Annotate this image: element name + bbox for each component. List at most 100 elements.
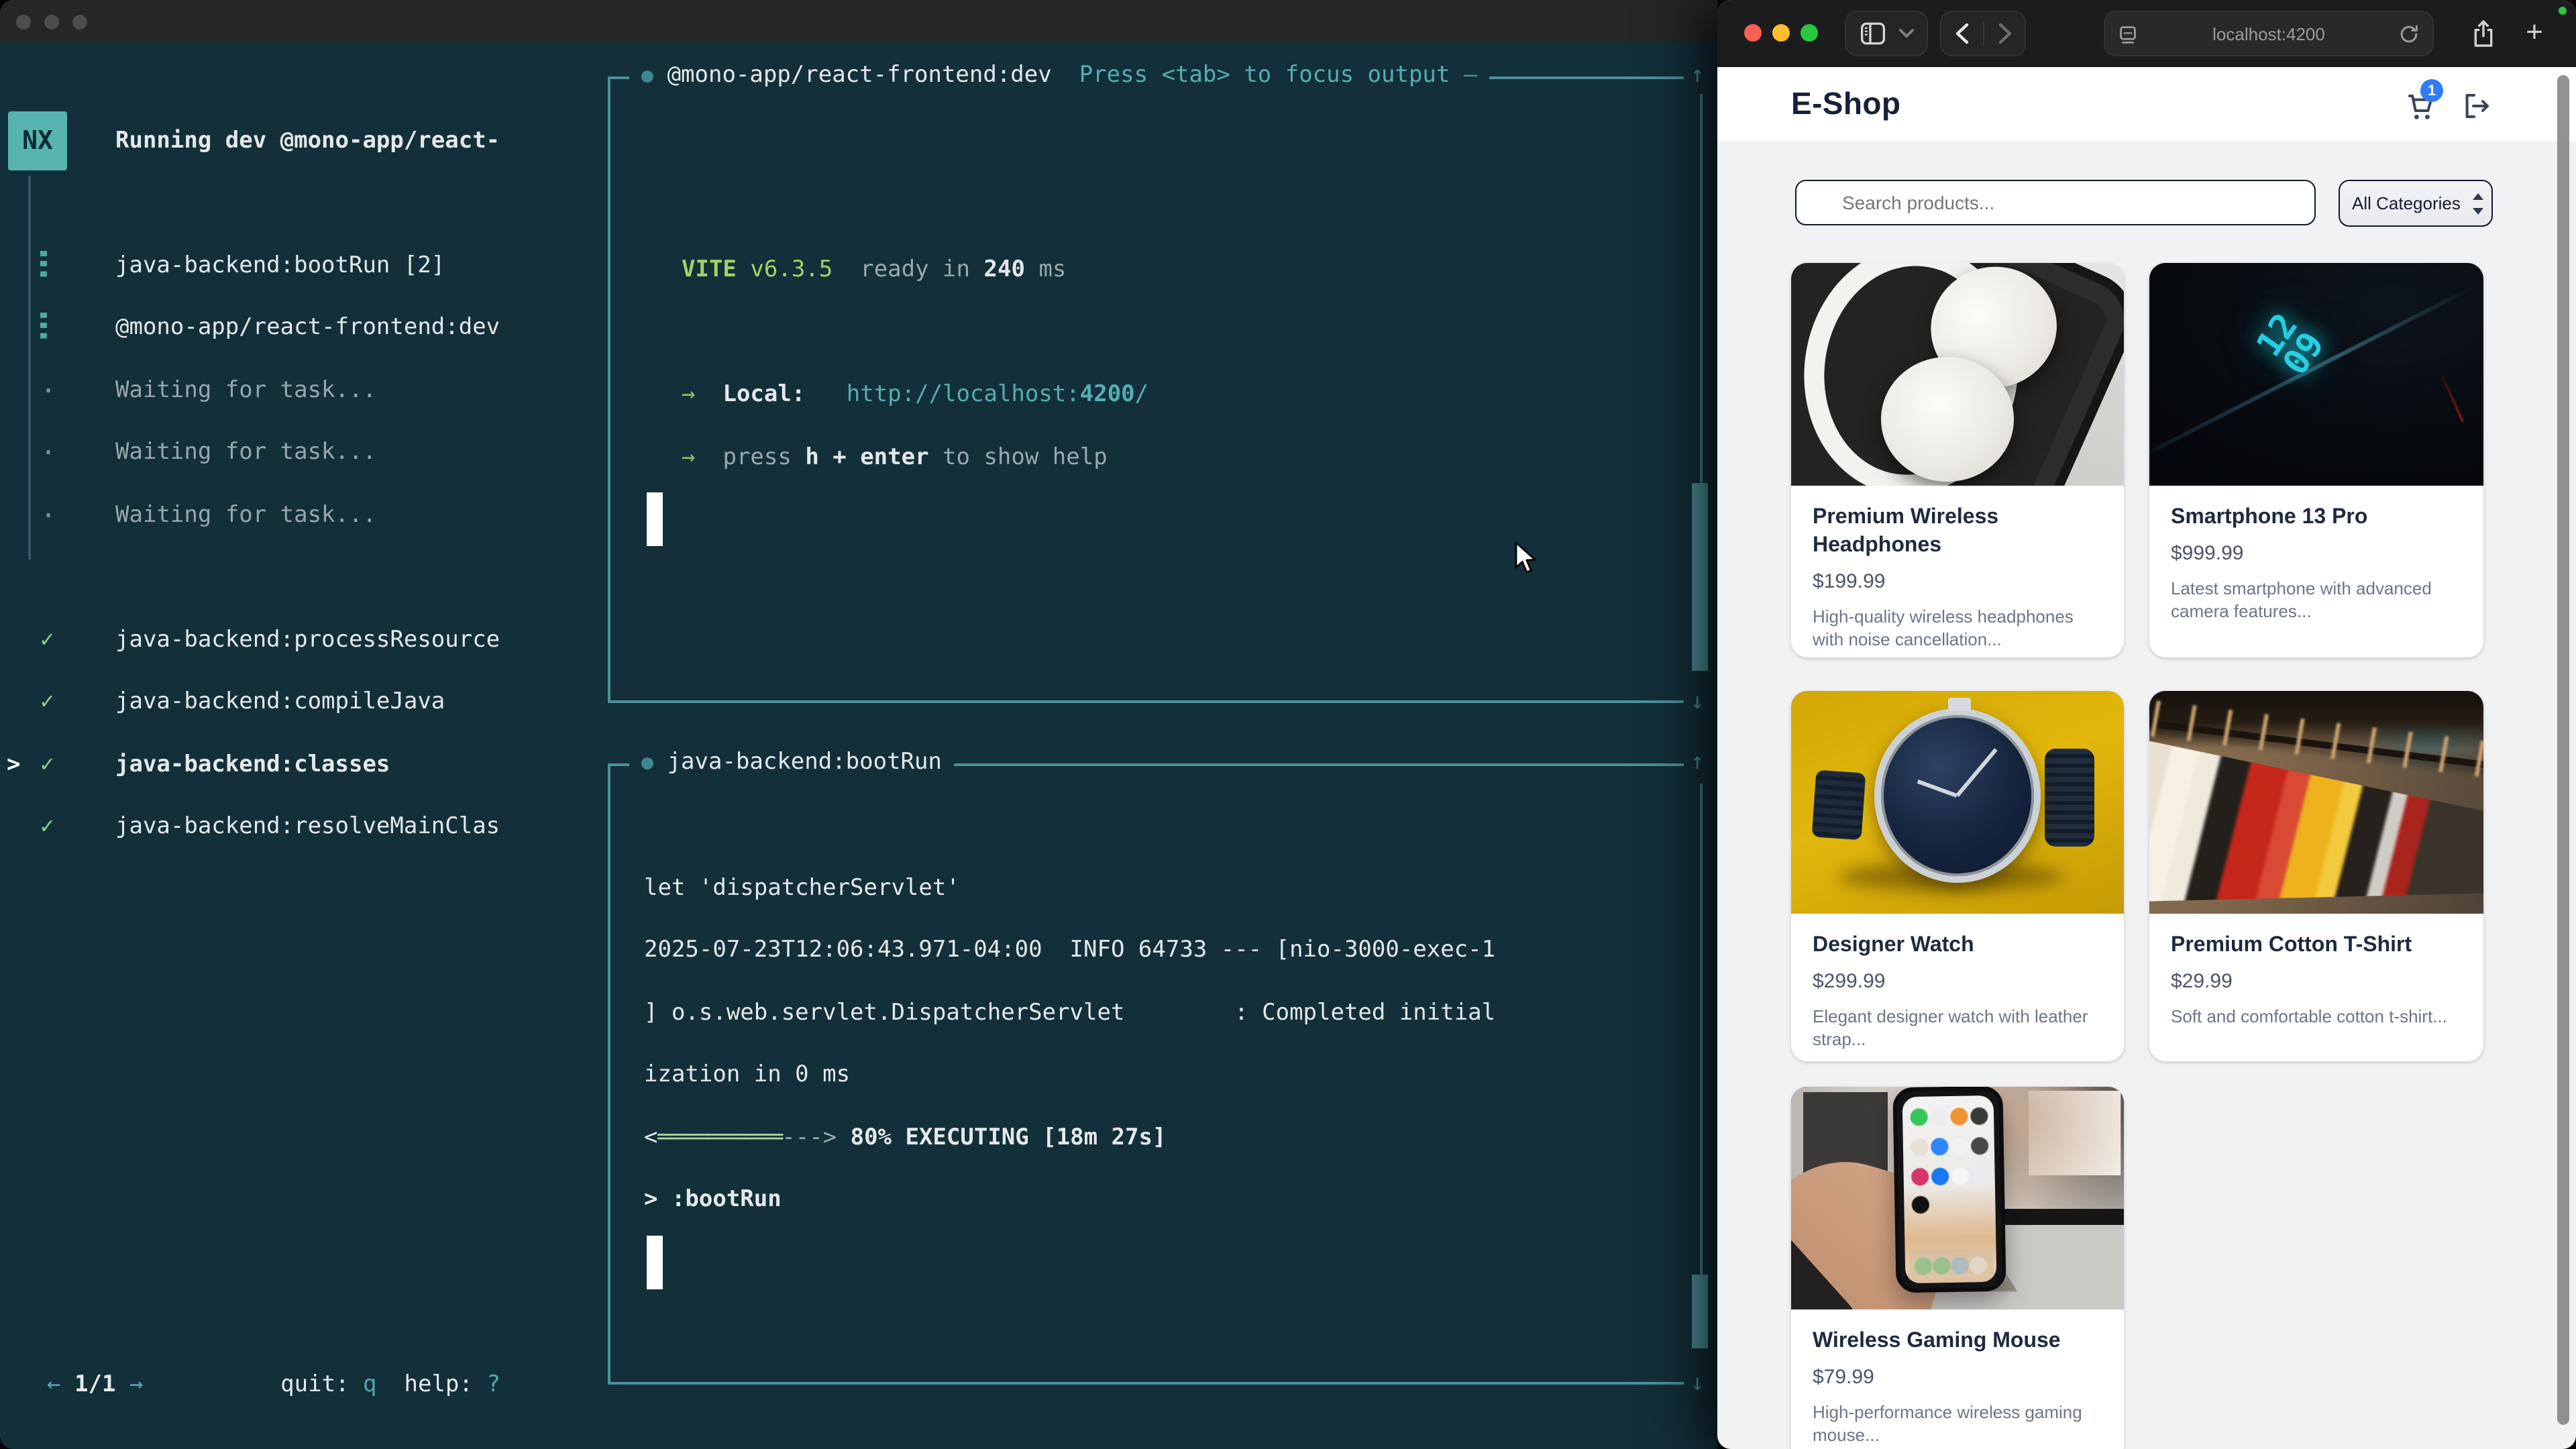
search-input[interactable] [1795, 180, 2316, 225]
mouse-pointer [1512, 541, 1542, 576]
check-icon: ✓ [40, 751, 54, 778]
page-format-icon[interactable] [2118, 25, 2137, 44]
product-info: Wireless Gaming Mouse $79.99 High-perfor… [1791, 1309, 2124, 1449]
scrollbar-track[interactable] [1700, 94, 1703, 483]
nav-button-group [1940, 11, 2026, 56]
pager-indicator: 1/1 [74, 1371, 115, 1398]
help-label: help: [405, 1371, 473, 1398]
product-info: Premium Cotton T-Shirt $29.99 Soft and c… [2149, 914, 2483, 1045]
close-button[interactable] [1744, 24, 1762, 42]
share-icon[interactable] [2471, 19, 2496, 48]
log-line: 2025-07-23T12:06:43.971-04:00 INFO 64733… [610, 919, 1684, 981]
forward-icon[interactable] [1997, 23, 2012, 44]
minimize-button[interactable] [1772, 24, 1790, 42]
shop-logo[interactable]: E-Shop [1791, 86, 1900, 122]
headphones-earcup-shape [1881, 356, 2014, 481]
help-key: ? [486, 1371, 500, 1398]
logout-button[interactable] [2461, 90, 2493, 129]
browser-toolbar: localhost:4200 + [1717, 0, 2576, 67]
spinner-icon [40, 251, 47, 280]
task-tree-connector [28, 176, 31, 559]
check-icon: ✓ [40, 688, 54, 715]
product-name[interactable]: Wireless Gaming Mouse [1813, 1327, 2102, 1355]
vite-ms-unit: ms [1038, 256, 1066, 283]
back-icon[interactable] [1954, 23, 1969, 44]
product-card[interactable]: Designer Watch $299.99 Elegant designer … [1791, 691, 2124, 1061]
product-price: $299.99 [1813, 970, 2102, 993]
scroll-up-icon[interactable]: ↑ [1690, 62, 1705, 89]
scroll-up-icon[interactable]: ↑ [1690, 749, 1705, 775]
product-description: Soft and comfortable cotton t-shirt... [2171, 1005, 2462, 1028]
waiting-dot-icon: · [40, 499, 56, 531]
product-description: High-quality wireless headphones with no… [1813, 605, 2102, 651]
local-url[interactable]: http://localhost:4200/ [847, 381, 1148, 408]
product-image-headphones [1791, 263, 2124, 486]
scrollbar-thumb[interactable] [1692, 483, 1708, 671]
shop-header: E-Shop 1 [1717, 67, 2576, 141]
close-button[interactable] [16, 15, 31, 30]
phone-glint-shape [2441, 376, 2463, 421]
task-label: Waiting for task... [115, 502, 376, 529]
product-card[interactable]: Wireless Gaming Mouse $79.99 High-perfor… [1791, 1087, 2124, 1449]
minimize-button[interactable] [44, 15, 59, 30]
terminal-cursor [647, 1235, 663, 1289]
vite-ready-ms: 240 [984, 256, 1025, 283]
product-price: $999.99 [2171, 542, 2462, 565]
cart-button[interactable]: 1 [2404, 90, 2436, 129]
vite-version: v6.3.5 [750, 256, 833, 283]
task-bullet-icon: ● [641, 63, 653, 87]
zoom-button[interactable] [72, 15, 87, 30]
help-pre: press [722, 443, 805, 470]
gradle-progress-line: <══════════---> 80% EXECUTING [18m 27s] [610, 1106, 1684, 1169]
reload-icon[interactable] [2399, 24, 2419, 44]
terminal-heading-label: Running dev @mono-app/react- [115, 127, 500, 154]
terminal-window: NX Running dev @mono-app/react- java-bac… [0, 0, 1717, 1449]
product-card[interactable]: 1209 Smartphone 13 Pro $999.99 Latest sm… [2149, 263, 2483, 657]
pager-prev-icon[interactable]: ← [47, 1371, 61, 1398]
progress-open: < [644, 1124, 658, 1150]
product-card[interactable]: Premium Cotton T-Shirt $29.99 Soft and c… [2149, 691, 2483, 1061]
sidebar-icon[interactable] [1859, 21, 1886, 46]
output-pane-backend: ● java-backend:bootRun let 'dispatcherSe… [608, 763, 1684, 1385]
product-info: Smartphone 13 Pro $999.99 Latest smartph… [2149, 486, 2483, 640]
task-label: java-backend:compileJava [115, 688, 445, 715]
terminal-titlebar [0, 0, 1717, 42]
held-phone-shape [1892, 1087, 2006, 1293]
scroll-down-icon[interactable]: ↓ [1690, 688, 1705, 715]
watch-face-shape [1874, 709, 2041, 883]
product-image-gaming-mouse [1791, 1087, 2124, 1309]
product-name[interactable]: Designer Watch [1813, 931, 2102, 959]
address-bar[interactable]: localhost:4200 [2104, 11, 2434, 56]
task-label: @mono-app/react-frontend:dev [115, 314, 500, 341]
arrow-icon: → [682, 443, 696, 470]
help-post: to show help [929, 443, 1108, 470]
product-name[interactable]: Premium Cotton T-Shirt [2171, 931, 2462, 959]
select-arrows-icon [2473, 193, 2483, 215]
check-icon: ✓ [40, 813, 54, 840]
progress-bar-fill: ══════════ [658, 1124, 782, 1150]
pane-title: @mono-app/react-frontend:dev [667, 62, 1052, 89]
product-name[interactable]: Smartphone 13 Pro [2171, 503, 2462, 531]
chevron-down-icon[interactable] [1898, 28, 1914, 39]
product-image-watch [1791, 691, 2124, 914]
pane-focus-hint: Press <tab> to focus output [1079, 62, 1450, 89]
browser-scrollbar-thumb[interactable] [2557, 75, 2569, 1425]
product-card[interactable]: Premium Wireless Headphones $199.99 High… [1791, 263, 2124, 657]
vite-ready-line: VITE v6.3.5 ready in 240 ms [610, 239, 1684, 301]
scrollbar-track[interactable] [1700, 784, 1703, 1275]
scrollbar-thumb[interactable] [1692, 1275, 1708, 1348]
product-name[interactable]: Premium Wireless Headphones [1813, 503, 2102, 559]
output-pane-frontend: ● @mono-app/react-frontend:dev Press <ta… [608, 76, 1684, 703]
pager-next-icon[interactable]: → [129, 1371, 144, 1398]
scroll-down-icon[interactable]: ↓ [1690, 1370, 1705, 1397]
help-keys: h + enter [805, 443, 928, 470]
check-icon: ✓ [40, 627, 54, 653]
new-tab-button[interactable]: + [2520, 17, 2549, 50]
backend-output: let 'dispatcherServlet' 2025-07-23T12:06… [610, 794, 1684, 1293]
local-label: Local: [722, 381, 805, 408]
task-label: java-backend:resolveMainClas [115, 813, 500, 840]
category-select[interactable]: All Categories [2339, 180, 2493, 227]
task-label: java-backend:bootRun [2] [115, 252, 445, 279]
waiting-dot-icon: · [40, 436, 56, 468]
zoom-button[interactable] [1801, 24, 1818, 42]
